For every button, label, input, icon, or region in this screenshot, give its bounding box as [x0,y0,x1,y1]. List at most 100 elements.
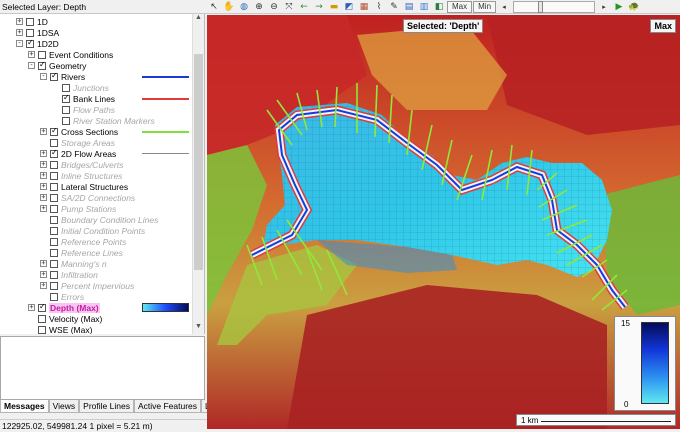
speed-icon[interactable]: 🐢 [627,1,641,13]
expand-icon[interactable]: + [28,304,35,311]
layer-checkbox[interactable] [26,28,34,37]
scroll-up-arrow-icon[interactable]: ▲ [193,14,204,24]
expand-icon[interactable]: + [40,282,47,289]
tab-views[interactable]: Views [48,400,80,413]
tree-item-infiltration[interactable]: + Infiltration [0,269,190,280]
zoom-extent-icon[interactable]: ⤧ [282,1,296,13]
layer-checkbox[interactable] [62,105,70,114]
scroll-down-arrow-icon[interactable]: ▼ [193,323,204,333]
layer-checkbox[interactable] [50,292,58,301]
tree-item-wse-max[interactable]: WSE (Max) [0,324,190,334]
pointer-icon[interactable]: ↖ [207,1,221,13]
layer-checkbox[interactable] [50,226,58,235]
layer-checkbox[interactable] [50,215,58,224]
layer-checkbox[interactable] [50,71,58,81]
expand-icon[interactable]: + [40,161,47,168]
map-view[interactable]: Selected: 'Depth' Max 15 0 1 km [207,15,680,429]
tree-item-river-station-markers[interactable]: River Station Markers [0,115,190,126]
tree-item-junctions[interactable]: Junctions [0,82,190,93]
edit-icon[interactable]: ✎ [387,1,401,13]
tab-profile-lines[interactable]: Profile Lines [79,400,134,413]
layer-checkbox[interactable] [50,148,58,158]
tree-item-event-conditions[interactable]: + Event Conditions [0,49,190,60]
tree-item-percent-impervious[interactable]: + Percent Impervious [0,280,190,291]
layer-checkbox[interactable] [50,126,58,136]
layer-checkbox[interactable] [50,281,58,290]
layer-checkbox[interactable] [50,193,58,202]
layer-checkbox[interactable] [38,302,46,312]
profile-icon[interactable]: ⌇ [372,1,386,13]
layer-checkbox[interactable] [26,38,34,48]
layer-checkbox[interactable] [38,325,46,334]
tab-messages[interactable]: Messages [0,400,49,413]
tree-item-storage-areas[interactable]: Storage Areas [0,137,190,148]
time-slider-thumb[interactable] [538,0,544,13]
layer-checkbox[interactable] [50,160,58,169]
play-icon[interactable]: ▶ [612,1,626,13]
layer-checkbox[interactable] [50,182,58,191]
tree-item-velocity-max[interactable]: Velocity (Max) [0,313,190,324]
expand-icon[interactable]: + [40,128,47,135]
layer-checkbox[interactable] [50,204,58,213]
expand-icon[interactable]: + [28,51,35,58]
expand-icon[interactable]: + [16,18,23,25]
expand-icon[interactable]: + [40,194,47,201]
expand-icon[interactable]: + [40,271,47,278]
expand-icon[interactable]: + [40,260,47,267]
map-layers-icon[interactable]: ▦ [357,1,371,13]
ruler-icon[interactable]: ▬ [327,1,341,13]
tree-item-errors[interactable]: Errors [0,291,190,302]
forward-arrow-icon[interactable]: → [312,1,326,13]
tree-item-1d2d[interactable]: - 1D2D [0,38,190,49]
3d-icon[interactable]: ◧ [432,1,446,13]
collapse-icon[interactable]: - [40,73,47,80]
terrain-icon[interactable]: ▤ [402,1,416,13]
layers-icon[interactable]: ◩ [342,1,356,13]
tree-item-geometry[interactable]: - Geometry [0,60,190,71]
collapse-icon[interactable]: - [16,40,23,47]
layer-checkbox[interactable] [62,93,70,103]
expand-icon[interactable]: + [40,172,47,179]
tree-item-1d[interactable]: +1D [0,16,190,27]
tree-item-manning-s-n[interactable]: + Manning's n [0,258,190,269]
slider-left-arrow-icon[interactable]: ◂ [497,1,511,13]
layer-checkbox[interactable] [38,50,46,59]
layer-checkbox[interactable] [38,60,46,70]
collapse-icon[interactable]: - [28,62,35,69]
tree-item-reference-points[interactable]: Reference Points [0,236,190,247]
layer-checkbox[interactable] [50,248,58,257]
layer-checkbox[interactable] [38,314,46,323]
tree-item-reference-lines[interactable]: Reference Lines [0,247,190,258]
tree-scrollbar[interactable]: ▲ ▼ [192,14,204,334]
tree-item-inline-structures[interactable]: + Inline Structures [0,170,190,181]
layer-checkbox[interactable] [50,237,58,246]
map-canvas[interactable] [207,15,680,429]
tree-item-flow-paths[interactable]: Flow Paths [0,104,190,115]
back-arrow-icon[interactable]: ← [297,1,311,13]
layer-checkbox[interactable] [50,270,58,279]
expand-icon[interactable]: + [40,150,47,157]
expand-icon[interactable]: + [40,205,47,212]
layer-checkbox[interactable] [26,17,34,26]
layer-checkbox[interactable] [50,138,58,147]
zoom-out-icon[interactable]: ⊖ [267,1,281,13]
chart-icon[interactable]: ▥ [417,1,431,13]
expand-icon[interactable]: + [16,29,23,36]
tree-item-boundary-condition-lines[interactable]: Boundary Condition Lines [0,214,190,225]
tree-item-bridges-culverts[interactable]: + Bridges/Culverts [0,159,190,170]
tree-item-sa-2d-connections[interactable]: + SA/2D Connections [0,192,190,203]
zoom-in-icon[interactable]: ⊕ [252,1,266,13]
tree-item-pump-stations[interactable]: + Pump Stations [0,203,190,214]
tree-item-lateral-structures[interactable]: + Lateral Structures [0,181,190,192]
max-button[interactable]: Max [447,0,473,13]
layer-checkbox[interactable] [62,83,70,92]
tree-scrollbar-thumb[interactable] [194,54,203,270]
time-slider[interactable] [513,0,596,13]
layer-checkbox[interactable] [50,259,58,268]
slider-right-arrow-icon[interactable]: ▸ [597,1,611,13]
tab-active-features[interactable]: Active Features [133,400,202,413]
min-button[interactable]: Min [473,0,497,13]
pan-hand-icon[interactable]: ✋ [222,1,236,13]
layer-checkbox[interactable] [50,171,58,180]
tree-item-initial-condition-points[interactable]: Initial Condition Points [0,225,190,236]
